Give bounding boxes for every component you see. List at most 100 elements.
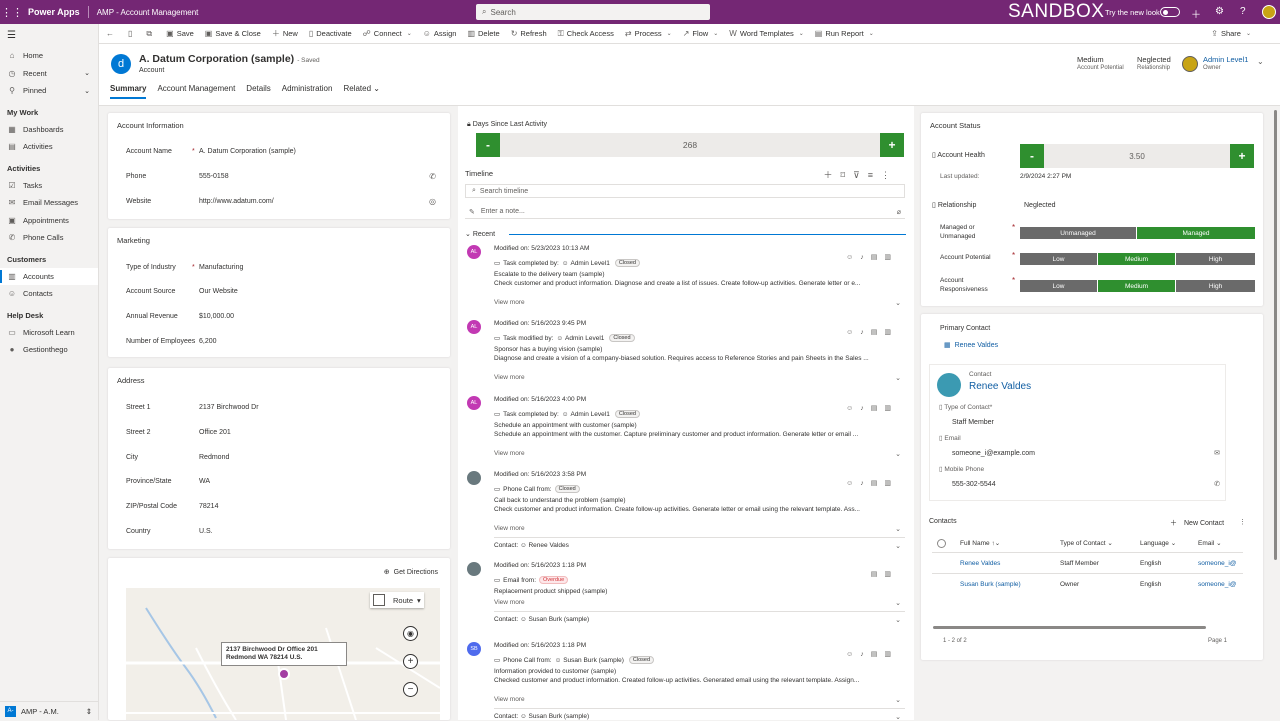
row-name-link[interactable]: Susan Burk (sample) (960, 581, 1021, 588)
list-item[interactable]: Modified on: 5/16/2023 3:58 PM ▭ Phone Cal… (465, 471, 905, 550)
view-more-link[interactable]: View more (494, 450, 525, 457)
responsiveness-high[interactable]: High (1176, 280, 1255, 292)
trash-icon[interactable]: ▥ (884, 329, 898, 336)
sidebar-item-appointments[interactable]: ▣ Appointments (0, 212, 98, 230)
vertical-scrollbar[interactable] (1274, 110, 1277, 560)
field-zip[interactable]: ZIP/Postal Code 78214 (126, 503, 218, 510)
potential-medium[interactable]: Medium (1098, 253, 1175, 265)
save-button[interactable]: ▣ Save (166, 29, 194, 38)
sidebar-item-recent[interactable]: ◷ Recent ⌄ (0, 65, 98, 83)
chevron-down-icon[interactable]: ⌄ (895, 542, 901, 550)
tab-related[interactable]: Related ⌄ (343, 84, 380, 99)
activity-owner[interactable]: Admin Level1 (570, 411, 609, 418)
field-employees[interactable]: Number of Employees 6,200 (126, 338, 217, 345)
map-view[interactable]: Route ▾ ◉ + − 2137 Birchwood Dr Office 20… (126, 588, 440, 720)
sidebar-item-pinned[interactable]: ⚲ Pinned ⌄ (0, 82, 98, 100)
bell-icon[interactable]: ♪ (860, 405, 871, 412)
chevron-down-icon[interactable]: ⌄ (895, 374, 901, 382)
contact-name[interactable]: Renee Valdes (528, 542, 568, 549)
sidebar-item-contacts[interactable]: ☺ Contacts (0, 285, 98, 303)
locate-icon[interactable]: ◉ (403, 626, 418, 641)
sidebar-item-home[interactable]: ⌂ Home (0, 47, 98, 65)
option-unmanaged[interactable]: Unmanaged (1020, 227, 1136, 239)
trash-icon[interactable]: ▥ (884, 571, 898, 578)
chevron-down-icon[interactable]: ⌄ (895, 599, 901, 607)
list-icon[interactable]: ≡ (868, 170, 881, 180)
get-directions-link[interactable]: ⊕ Get Directions (384, 568, 438, 577)
field-value[interactable]: WA (199, 478, 210, 485)
field-state[interactable]: Province/State WA (126, 478, 210, 485)
field-value[interactable]: Office 201 (199, 429, 231, 436)
open-icon[interactable]: ▤ (871, 480, 885, 487)
user-avatar[interactable] (1262, 5, 1276, 19)
back-button[interactable]: ← (106, 29, 117, 38)
contact-name[interactable]: Susan Burk (sample) (528, 713, 589, 720)
note-input[interactable]: ✎ Enter a note... ⌀ (465, 205, 905, 219)
delete-button[interactable]: ▥ Delete (467, 29, 499, 38)
waffle-icon[interactable]: ⋮⋮ (0, 6, 24, 19)
decrement-button[interactable]: - (476, 133, 500, 157)
global-search-input[interactable]: ⌕ Search (476, 4, 710, 20)
field-value[interactable]: U.S. (199, 528, 213, 535)
assign-icon[interactable]: ☺ (846, 405, 860, 412)
connect-button[interactable]: ☍ Connect ⌄ (363, 29, 412, 38)
more-icon[interactable]: ⋮ (1239, 518, 1246, 526)
trash-icon[interactable]: ▥ (884, 480, 898, 487)
refresh-button[interactable]: ↻ Refresh (511, 29, 547, 38)
owner-link[interactable]: Admin Level1 (1203, 55, 1248, 64)
open-icon[interactable]: ▤ (871, 571, 885, 578)
potential-high[interactable]: High (1176, 253, 1255, 265)
chevron-down-icon[interactable]: ⌄ (895, 299, 901, 307)
new-look-toggle[interactable] (1160, 7, 1180, 17)
new-contact-button[interactable]: ＋ New Contact (1170, 518, 1224, 528)
bell-icon[interactable]: ♪ (860, 254, 871, 261)
tab-details[interactable]: Details (246, 84, 270, 99)
word-templates-button[interactable]: W Word Templates ⌄ (729, 29, 804, 38)
environment-name[interactable]: AMP - Account Management (97, 8, 199, 17)
increment-button[interactable]: + (880, 133, 904, 157)
record-set-button[interactable]: ▯ (128, 29, 135, 38)
process-button[interactable]: ⇄ Process ⌄ (625, 29, 672, 38)
list-item[interactable]: AL Modified on: 5/16/2023 4:00 PM ▭ Task co… (465, 396, 905, 468)
globe-icon[interactable]: ◎ (429, 197, 436, 206)
assign-icon[interactable]: ☺ (846, 254, 860, 261)
route-dropdown[interactable]: Route ▾ (370, 592, 424, 608)
sidebar-item-gestionthego[interactable]: ● Gestionthego (0, 341, 98, 359)
contact-name[interactable]: Susan Burk (sample) (528, 616, 589, 623)
health-increment-button[interactable]: + (1230, 144, 1254, 168)
potential-low[interactable]: Low (1020, 253, 1097, 265)
view-more-link[interactable]: View more (494, 599, 525, 606)
list-item[interactable]: SB Modified on: 5/16/2023 1:18 PM ▭ Phone C… (465, 642, 905, 721)
gear-icon[interactable]: ⚙ (1215, 6, 1224, 17)
bell-icon[interactable]: ♪ (860, 651, 871, 658)
filter-icon[interactable]: ⊽ (853, 170, 868, 180)
tab-administration[interactable]: Administration (282, 84, 333, 99)
field-country[interactable]: Country U.S. (126, 528, 213, 535)
bell-icon[interactable]: ♪ (860, 329, 871, 336)
option-managed[interactable]: Managed (1137, 227, 1255, 239)
sidebar-item-dashboards[interactable]: ▦ Dashboards (0, 121, 98, 139)
assign-icon[interactable]: ☺ (846, 651, 860, 658)
activity-owner[interactable]: Susan Burk (sample) (563, 657, 624, 664)
field-value[interactable]: Redmond (199, 454, 229, 461)
app-name[interactable]: Power Apps (28, 7, 80, 17)
field-city[interactable]: City Redmond (126, 454, 229, 461)
bookmark-icon[interactable]: ⌑ (841, 170, 854, 180)
assign-icon[interactable]: ☺ (846, 480, 860, 487)
row-email-link[interactable]: someone_i@ (1198, 581, 1236, 588)
open-icon[interactable]: ▤ (871, 254, 885, 261)
field-account-name[interactable]: Account Name * A. Datum Corporation (sampl… (126, 148, 296, 155)
assign-button[interactable]: ☺ Assign (423, 29, 457, 38)
trash-icon[interactable]: ▥ (884, 254, 898, 261)
field-value[interactable]: Our Website (199, 288, 238, 295)
view-more-link[interactable]: View more (494, 374, 525, 381)
run-report-button[interactable]: ▤ Run Report ⌄ (815, 29, 874, 38)
attach-icon[interactable]: ⌀ (897, 208, 901, 216)
chevron-down-icon[interactable]: ⌄ (895, 525, 901, 533)
save-close-button[interactable]: ▣ Save & Close (205, 29, 261, 38)
activity-owner[interactable]: Admin Level1 (570, 260, 609, 267)
field-value[interactable]: 78214 (199, 503, 218, 510)
open-icon[interactable]: ▤ (871, 329, 885, 336)
header-field-potential[interactable]: Medium Account Potential (1077, 55, 1124, 71)
list-item[interactable]: AL Modified on: 5/23/2023 10:13 AM ▭ Task c… (465, 245, 905, 317)
